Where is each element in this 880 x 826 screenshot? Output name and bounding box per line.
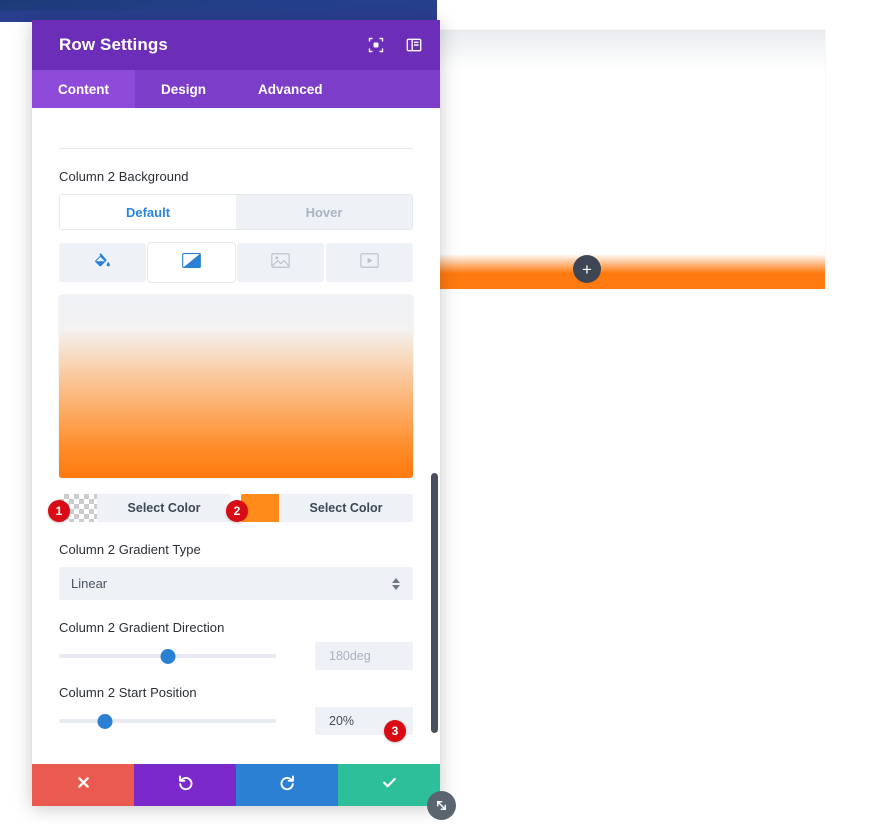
gradient-preview — [59, 295, 413, 478]
state-toggle-group: Default Hover — [59, 194, 413, 230]
slider-thumb[interactable] — [97, 714, 113, 729]
state-default-label: Default — [125, 204, 171, 220]
undo-button[interactable] — [134, 764, 236, 806]
slider-thumb[interactable] — [160, 649, 175, 664]
tab-content[interactable]: Content — [32, 70, 135, 108]
slider-track — [59, 719, 276, 723]
tab-design-label: Design — [161, 81, 207, 97]
bgtype-gradient-button[interactable] — [148, 243, 235, 282]
start-position-row: 20% — [59, 707, 413, 735]
row-settings-modal: Row Settings Content Design Advanced Col… — [32, 20, 456, 820]
gradient-type-label: Column 2 Gradient Type — [59, 542, 201, 557]
bgtype-image-button[interactable] — [237, 243, 324, 282]
gradient-color-stop-2[interactable]: Select Color — [241, 494, 413, 522]
redo-icon — [279, 774, 296, 796]
annotation-badge-1: 1 — [48, 500, 70, 522]
modal-scrollbar[interactable] — [431, 473, 438, 733]
gradient-color-stop-1[interactable]: Select Color — [59, 494, 231, 522]
redo-button[interactable] — [236, 764, 338, 806]
gradient-direction-label: Column 2 Gradient Direction — [59, 620, 225, 635]
select-color-label-1: Select Color — [127, 501, 201, 515]
close-icon — [76, 775, 91, 795]
tab-advanced[interactable]: Advanced — [232, 70, 349, 108]
undo-icon — [177, 774, 194, 796]
screen-root: + Row Settings Content Design Advanced C… — [0, 0, 880, 826]
page-canvas — [440, 30, 825, 289]
background-type-group — [59, 243, 413, 282]
bgtype-video-button[interactable] — [326, 243, 413, 282]
start-position-slider[interactable] — [59, 712, 276, 730]
check-icon — [381, 774, 398, 796]
modal-tabbar: Content Design Advanced — [32, 70, 440, 108]
column-background-label: Column 2 Background — [59, 169, 189, 184]
resize-handle-icon[interactable] — [427, 791, 456, 820]
bgtype-solid-color-button[interactable] — [59, 243, 146, 282]
image-icon — [271, 252, 290, 273]
gradient-type-select[interactable]: Linear — [59, 567, 413, 600]
state-default-button[interactable]: Default — [60, 195, 236, 229]
gradient-direction-slider[interactable] — [59, 647, 276, 665]
video-icon — [360, 252, 379, 273]
canvas-top-fade — [440, 30, 825, 70]
modal-body: Column 2 Background Default Hover Select… — [32, 108, 440, 764]
cancel-button[interactable] — [32, 764, 134, 806]
state-hover-button[interactable]: Hover — [236, 195, 412, 229]
gradient-direction-row: 180deg — [59, 642, 413, 670]
tab-advanced-label: Advanced — [258, 81, 323, 97]
solid-color-icon — [94, 252, 111, 274]
modal-header: Row Settings — [32, 20, 440, 70]
select-color-label-2: Select Color — [309, 501, 383, 515]
chevron-updown-icon — [392, 577, 400, 590]
hero-banner — [0, 0, 437, 22]
orange-gradient-row — [440, 254, 825, 289]
state-hover-label: Hover — [305, 204, 343, 220]
start-position-label: Column 2 Start Position — [59, 685, 197, 700]
gradient-direction-input[interactable]: 180deg — [315, 642, 413, 670]
gradient-icon — [182, 252, 201, 273]
annotation-badge-2: 2 — [226, 500, 248, 522]
save-button[interactable] — [338, 764, 440, 806]
tab-design[interactable]: Design — [135, 70, 232, 108]
layout-panel-icon[interactable] — [406, 37, 422, 53]
section-divider — [59, 148, 413, 149]
modal-footer — [32, 764, 440, 806]
annotation-badge-3: 3 — [384, 720, 406, 742]
tab-content-label: Content — [58, 81, 109, 97]
header-icon-group — [368, 37, 422, 53]
focus-target-icon[interactable] — [368, 37, 384, 53]
add-section-button[interactable]: + — [573, 255, 601, 283]
gradient-type-value: Linear — [71, 576, 108, 591]
page-title: Row Settings — [59, 35, 168, 54]
